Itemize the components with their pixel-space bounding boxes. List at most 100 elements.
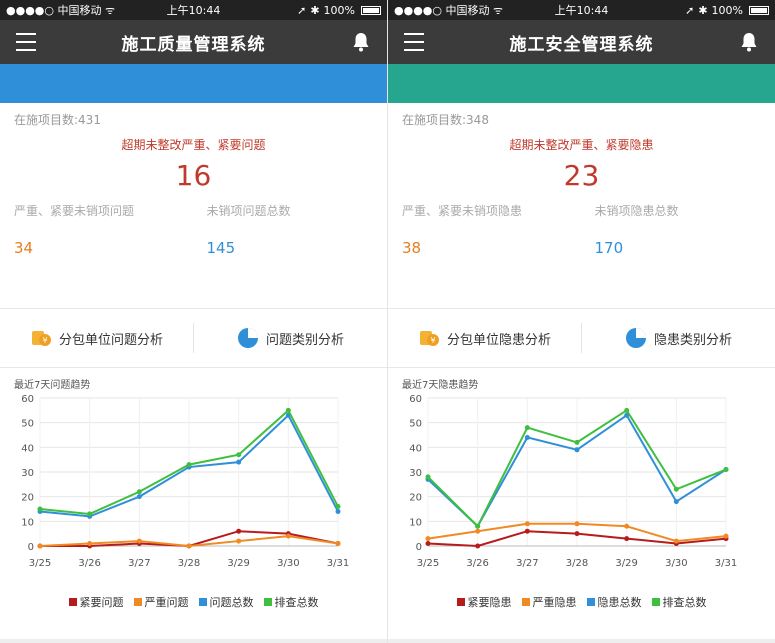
color-banner [0, 64, 387, 103]
trend-chart: 0 10 20 30 40 50 60 3/25 3/26 3/27 3/28 3/29 3/30 3/3… [0, 368, 387, 626]
data-point [574, 439, 580, 445]
pie-chart-icon [625, 328, 646, 348]
data-point [624, 407, 630, 413]
bottom-divider [0, 639, 387, 643]
y-tick-label: 60 [21, 394, 34, 405]
battery-icon [361, 5, 381, 15]
data-point [186, 462, 192, 468]
overdue-label[interactable]: 超期未整改严重、紧要问题 [14, 136, 373, 153]
bell-icon[interactable] [737, 30, 761, 54]
x-tick-label: 3/30 [277, 558, 299, 569]
x-tick-label: 3/26 [466, 558, 488, 569]
stats-section: 在施项目数:431 超期未整改严重、紧要问题 16 严重、紧要未销项问题 未销项… [0, 103, 387, 308]
x-tick-label: 3/31 [715, 558, 737, 569]
y-tick-label: 50 [409, 419, 422, 430]
overdue-count[interactable]: 16 [14, 159, 373, 192]
y-tick-label: 40 [21, 443, 34, 454]
tab-subcontractor-analysis[interactable]: ¥ 分包单位隐患分析 [388, 323, 581, 353]
tab-category-analysis[interactable]: 问题类别分析 [193, 323, 387, 353]
analysis-tabs: ¥ 分包单位隐患分析 隐患类别分析 [388, 309, 775, 367]
y-tick-label: 60 [409, 394, 422, 405]
navbar: 施工安全管理系统 [388, 20, 775, 64]
location-icon: ➚ [685, 3, 695, 17]
x-tick-label: 3/25 [29, 558, 51, 569]
x-tick-label: 3/30 [665, 558, 687, 569]
data-point [673, 499, 679, 505]
bottom-divider [388, 639, 775, 643]
y-tick-label: 0 [28, 542, 34, 553]
x-tick-label: 3/27 [128, 558, 150, 569]
open-critical-count[interactable]: 38 [402, 239, 569, 257]
legend-item[interactable]: 严重问题 [133, 594, 189, 610]
legend-item[interactable]: 严重隐患 [521, 594, 577, 610]
data-point [475, 543, 481, 549]
carrier-signal: ●●●●○ 中国移动 ᯤ [6, 4, 116, 17]
bluetooth-icon: ✱ [310, 3, 320, 17]
legend-swatch [651, 598, 660, 606]
chart-title: 最近7天隐患趋势 [402, 380, 479, 391]
legend-item[interactable]: 紧要隐患 [456, 594, 512, 610]
data-point [236, 459, 242, 465]
x-tick-label: 3/29 [615, 558, 637, 569]
tab-label: 隐患类别分析 [653, 332, 732, 348]
data-point [87, 511, 93, 517]
data-point [475, 528, 481, 534]
data-point [425, 541, 431, 547]
legend-swatch [521, 598, 530, 606]
open-critical-label: 严重、紧要未销项问题 [14, 204, 135, 218]
status-bar: ●●●●○ 中国移动 ᯤ 上午10:44 ➚ ✱ 100% [388, 0, 775, 20]
data-point [236, 452, 242, 458]
open-total-count[interactable]: 170 [569, 239, 762, 257]
legend-item[interactable]: 问题总数 [198, 594, 254, 610]
data-point [37, 506, 43, 512]
analysis-tabs: ¥ 分包单位问题分析 问题类别分析 [0, 309, 387, 367]
x-tick-label: 3/28 [178, 558, 200, 569]
status-bar: ●●●●○ 中国移动 ᯤ 上午10:44 ➚ ✱ 100% [0, 0, 387, 20]
ongoing-projects: 在施项目数:431 [14, 113, 101, 127]
open-critical-count[interactable]: 34 [14, 239, 181, 257]
open-critical-label: 严重、紧要未销项隐患 [402, 204, 523, 218]
data-point [723, 467, 729, 473]
data-point [624, 536, 630, 542]
ongoing-projects: 在施项目数:348 [402, 113, 489, 127]
overdue-label[interactable]: 超期未整改严重、紧要隐患 [402, 136, 761, 153]
legend-label: 严重隐患 [532, 596, 577, 609]
legend-item[interactable]: 紧要问题 [68, 594, 124, 610]
chart-legend: 紧要问题 严重问题 问题总数 排查总数 [0, 594, 387, 610]
legend-item[interactable]: 隐患总数 [586, 594, 642, 610]
menu-icon[interactable] [16, 33, 36, 51]
y-tick-label: 30 [21, 468, 34, 479]
data-point [37, 543, 43, 549]
legend-item[interactable]: 排查总数 [263, 594, 319, 610]
data-point [524, 521, 530, 527]
y-tick-label: 0 [416, 542, 422, 553]
data-point [425, 536, 431, 542]
bluetooth-icon: ✱ [698, 3, 708, 17]
svg-text:¥: ¥ [42, 336, 47, 345]
battery-icon [749, 5, 769, 15]
trend-chart-svg: 0 10 20 30 40 50 60 3/25 3/26 3/27 3/28 3/29 3/30 3/3… [409, 394, 737, 569]
legend-label: 严重问题 [144, 596, 189, 609]
page-title: 施工质量管理系统 [121, 34, 266, 55]
data-point [574, 447, 580, 453]
tab-category-analysis[interactable]: 隐患类别分析 [581, 323, 775, 353]
open-total-count[interactable]: 145 [181, 239, 374, 257]
y-tick-label: 20 [21, 493, 34, 504]
y-tick-label: 50 [21, 419, 34, 430]
data-point [335, 504, 341, 510]
overdue-count[interactable]: 23 [402, 159, 761, 192]
bell-icon[interactable] [349, 30, 373, 54]
data-point [524, 425, 530, 431]
data-point [425, 474, 431, 480]
battery-percent: 100% [711, 3, 743, 17]
legend-item[interactable]: 排查总数 [651, 594, 707, 610]
data-point [524, 528, 530, 534]
chart-legend: 紧要隐患 严重隐患 隐患总数 排查总数 [388, 594, 775, 610]
tab-label: 问题类别分析 [265, 332, 344, 348]
menu-icon[interactable] [404, 33, 424, 51]
data-point [335, 541, 341, 547]
data-point [186, 543, 192, 549]
tab-subcontractor-analysis[interactable]: ¥ 分包单位问题分析 [0, 323, 193, 353]
legend-swatch [586, 598, 595, 606]
legend-label: 紧要问题 [79, 596, 124, 609]
